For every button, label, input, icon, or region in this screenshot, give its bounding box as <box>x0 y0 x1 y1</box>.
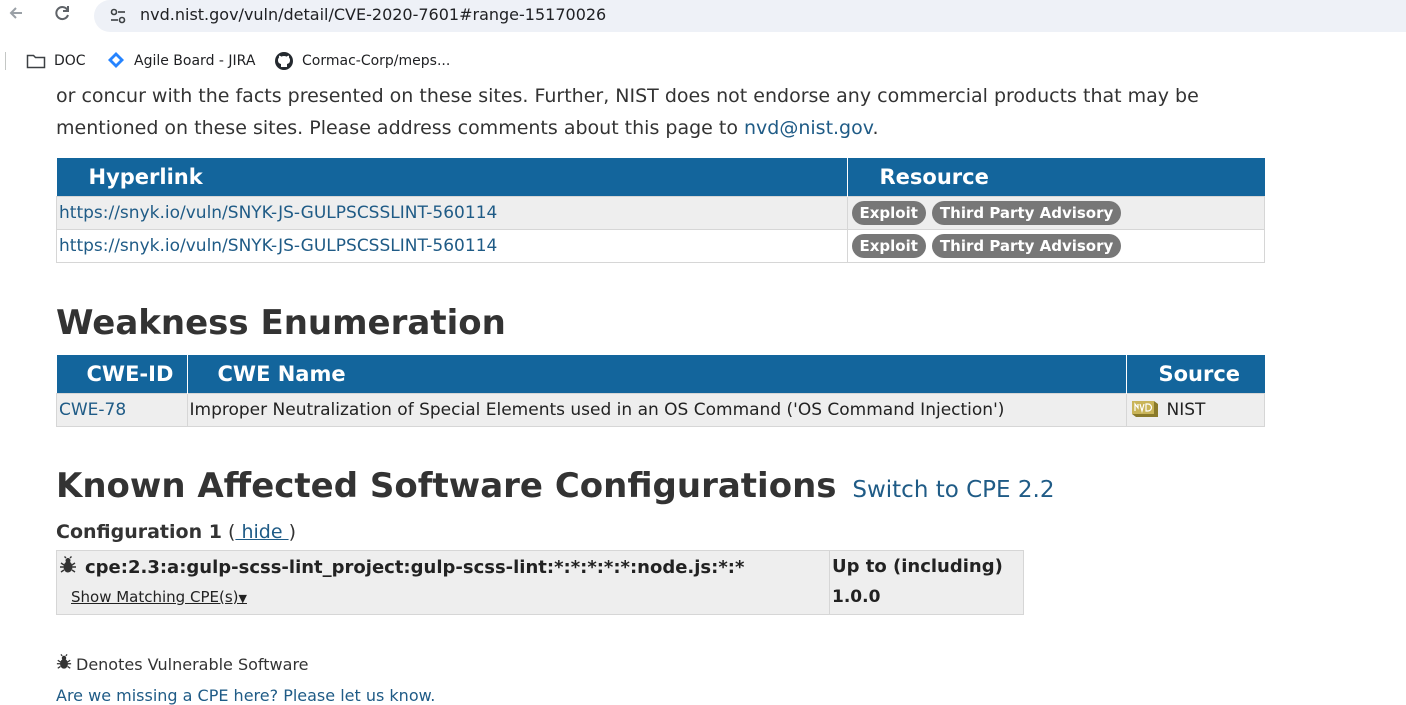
site-info-icon[interactable] <box>108 6 128 26</box>
weakness-heading: Weakness Enumeration <box>56 303 506 343</box>
table-row: https://snyk.io/vuln/SNYK-JS-GULPSCSSLIN… <box>56 229 1265 263</box>
reference-link[interactable]: https://snyk.io/vuln/SNYK-JS-GULPSCSSLIN… <box>59 203 497 223</box>
header-cwe-name: CWE Name <box>187 355 1127 394</box>
bookmark-github[interactable]: Cormac-Corp/meps... <box>274 50 450 72</box>
back-arrow-icon[interactable] <box>4 3 28 27</box>
show-matching-label: Show Matching CPE(s) <box>71 588 239 606</box>
header-hyperlink: Hyperlink <box>56 158 848 197</box>
hide-link[interactable]: hide <box>235 521 288 543</box>
up-to-label: Up to (including) <box>832 556 1003 577</box>
tag-badge: Exploit <box>851 234 926 258</box>
nvd-icon <box>1129 397 1161 424</box>
tag-badge: Exploit <box>851 201 926 225</box>
intro-paragraph: or concur with the facts presented on th… <box>56 80 1256 144</box>
bookmark-label: DOC <box>54 53 86 69</box>
url-text[interactable]: nvd.nist.gov/vuln/detail/CVE-2020-7601#r… <box>140 5 606 24</box>
table-row: CWE-78 Improper Neutralization of Specia… <box>56 393 1265 427</box>
cpe-string: cpe:2.3:a:gulp-scss-lint_project:gulp-sc… <box>85 557 745 578</box>
known-configs-title: Known Affected Software Configurations <box>56 466 837 506</box>
missing-cpe-link[interactable]: Are we missing a CPE here? Please let us… <box>56 686 435 705</box>
cpe-row: cpe:2.3:a:gulp-scss-lint_project:gulp-sc… <box>59 556 744 579</box>
cwe-id-link[interactable]: CWE-78 <box>59 400 126 420</box>
github-icon <box>275 52 293 70</box>
paren-close: ) <box>288 521 296 543</box>
folder-icon <box>26 54 46 69</box>
tag-badge: Third Party Advisory <box>931 201 1122 225</box>
bookmark-label: Agile Board - JIRA <box>134 53 256 69</box>
caret-down-icon: ▼ <box>238 592 247 605</box>
weakness-table: CWE-ID CWE Name Source CWE-78 Improper N… <box>56 355 1265 427</box>
email-link[interactable]: nvd@nist.gov <box>744 117 873 139</box>
switch-cpe-link[interactable]: Switch to CPE 2.2 <box>852 477 1054 503</box>
known-configs-heading: Known Affected Software Configurations S… <box>56 466 1054 506</box>
intro-end: . <box>872 117 879 139</box>
cwe-name: Improper Neutralization of Special Eleme… <box>186 393 1127 427</box>
header-cwe-id: CWE-ID <box>56 355 188 394</box>
table-row: https://snyk.io/vuln/SNYK-JS-GULPSCSSLIN… <box>56 196 1265 230</box>
browser-chrome: nvd.nist.gov/vuln/detail/CVE-2020-7601#r… <box>0 0 1406 80</box>
reference-link[interactable]: https://snyk.io/vuln/SNYK-JS-GULPSCSSLIN… <box>59 236 497 256</box>
vulnerable-legend: Denotes Vulnerable Software <box>56 654 309 674</box>
reload-icon[interactable] <box>50 3 74 27</box>
configuration-label: Configuration 1 ( hide ) <box>56 521 296 543</box>
source-name: NIST <box>1166 399 1206 420</box>
bookmarks-separator <box>5 52 6 70</box>
jira-icon <box>108 52 124 68</box>
header-resource: Resource <box>847 158 1265 197</box>
configuration-box: cpe:2.3:a:gulp-scss-lint_project:gulp-sc… <box>56 550 1024 615</box>
bookmark-label: Cormac-Corp/meps... <box>302 53 451 69</box>
bookmarks-bar: DOC Agile Board - JIRA Cormac-Corp/meps.… <box>0 46 1406 76</box>
configuration-title: Configuration 1 <box>56 521 222 543</box>
source-cell: NIST <box>1125 393 1265 427</box>
tag-badge: Third Party Advisory <box>931 234 1122 258</box>
show-matching-cpe-link[interactable]: Show Matching CPE(s)▼ <box>71 588 247 606</box>
bookmark-jira[interactable]: Agile Board - JIRA <box>106 50 255 72</box>
bug-icon <box>56 654 72 674</box>
header-source: Source <box>1126 355 1265 394</box>
legend-text: Denotes Vulnerable Software <box>76 654 309 674</box>
references-table: Hyperlink Resource https://snyk.io/vuln/… <box>56 158 1265 263</box>
address-bar[interactable]: nvd.nist.gov/vuln/detail/CVE-2020-7601#r… <box>94 0 1406 32</box>
bug-icon <box>59 556 77 579</box>
up-to-value: 1.0.0 <box>832 587 881 607</box>
bookmark-doc[interactable]: DOC <box>26 50 86 72</box>
column-divider <box>829 551 830 614</box>
intro-text: or concur with the facts presented on th… <box>56 85 1199 139</box>
